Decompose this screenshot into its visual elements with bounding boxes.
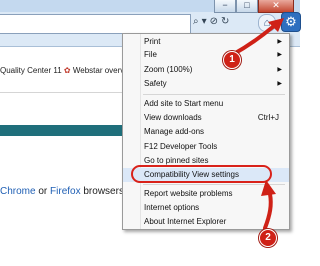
arrow-2-head <box>261 180 276 196</box>
arrow-2 <box>263 192 273 230</box>
arrow-1 <box>230 24 276 57</box>
step-badge-1: 1 <box>223 51 241 69</box>
annotation-arrows <box>230 18 284 230</box>
step-badge-2: 2 <box>259 229 277 247</box>
